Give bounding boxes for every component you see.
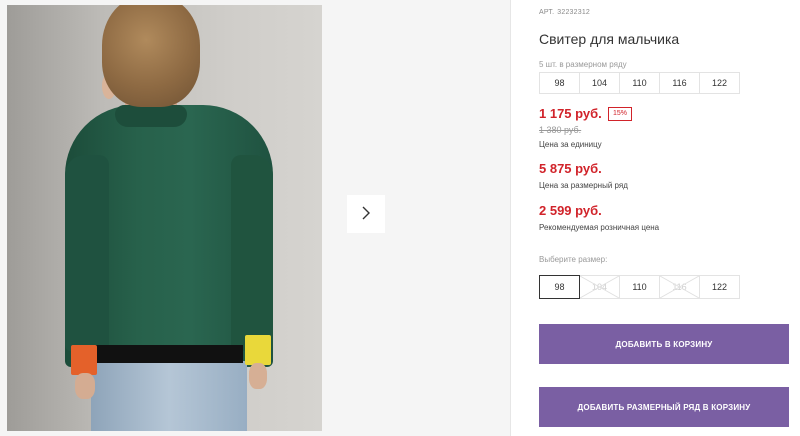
size-option-label: 122 — [711, 282, 728, 292]
size-option-116[interactable]: 116 — [659, 275, 700, 299]
discount-badge: 15% — [608, 107, 633, 121]
choose-size-label: Выберите размер: — [539, 255, 608, 264]
article-label: АРТ. — [539, 9, 555, 16]
unit-price-note: Цена за единицу — [539, 140, 602, 149]
orange-cuff — [71, 345, 97, 375]
size-option-110[interactable]: 110 — [619, 275, 660, 299]
right-hand — [249, 363, 267, 389]
jeans — [91, 361, 247, 431]
range-price-note: Цена за размерный ряд — [539, 181, 628, 190]
size-option-104[interactable]: 104 — [579, 275, 620, 299]
product-info-panel: АРТ. 32232312 Свитер для мальчика 5 шт. в… — [510, 0, 800, 436]
add-to-cart-button[interactable]: ДОБАВИТЬ В КОРЗИНУ — [539, 324, 789, 364]
gallery-next-button[interactable] — [347, 195, 385, 233]
hair — [102, 5, 200, 107]
retail-price: 2 599 руб. — [539, 203, 602, 218]
unit-price: 1 175 руб. — [539, 106, 602, 121]
size-range-cell: 122 — [699, 72, 740, 94]
sweater-left-sleeve — [65, 155, 109, 351]
range-price: 5 875 руб. — [539, 161, 602, 176]
sweater-right-sleeve — [231, 155, 273, 351]
sweater-hem — [93, 345, 243, 363]
add-size-range-to-cart-button[interactable]: ДОБАВИТЬ РАЗМЕРНЫЙ РЯД В КОРЗИНУ — [539, 387, 789, 427]
product-gallery — [0, 0, 510, 436]
size-range-cell: 110 — [619, 72, 660, 94]
sweater-collar — [115, 105, 187, 127]
unavailable-strike-icon — [580, 276, 619, 298]
size-range-cell: 98 — [539, 72, 580, 94]
size-picker: 98 104 110 116 122 — [539, 275, 740, 299]
size-range-cell: 104 — [579, 72, 620, 94]
left-hand — [75, 373, 95, 399]
size-option-label: 98 — [554, 282, 565, 292]
size-option-98[interactable]: 98 — [539, 275, 580, 299]
size-option-122[interactable]: 122 — [699, 275, 740, 299]
chevron-right-icon — [359, 206, 373, 223]
unavailable-strike-icon — [660, 276, 699, 298]
size-range-row: 98 104 110 116 122 — [539, 72, 740, 94]
size-range-label: 5 шт. в размерном ряду — [539, 60, 627, 69]
size-range-cell: 116 — [659, 72, 700, 94]
size-option-label: 110 — [632, 282, 647, 292]
article-number: АРТ. 32232312 — [539, 9, 590, 16]
article-value: 32232312 — [557, 9, 591, 16]
old-price: 1 380 руб. — [539, 125, 582, 135]
product-title: Свитер для мальчика — [539, 31, 680, 47]
product-photo[interactable] — [7, 5, 322, 431]
yellow-cuff — [245, 335, 271, 365]
retail-price-note: Рекомендуемая розничная цена — [539, 223, 660, 232]
